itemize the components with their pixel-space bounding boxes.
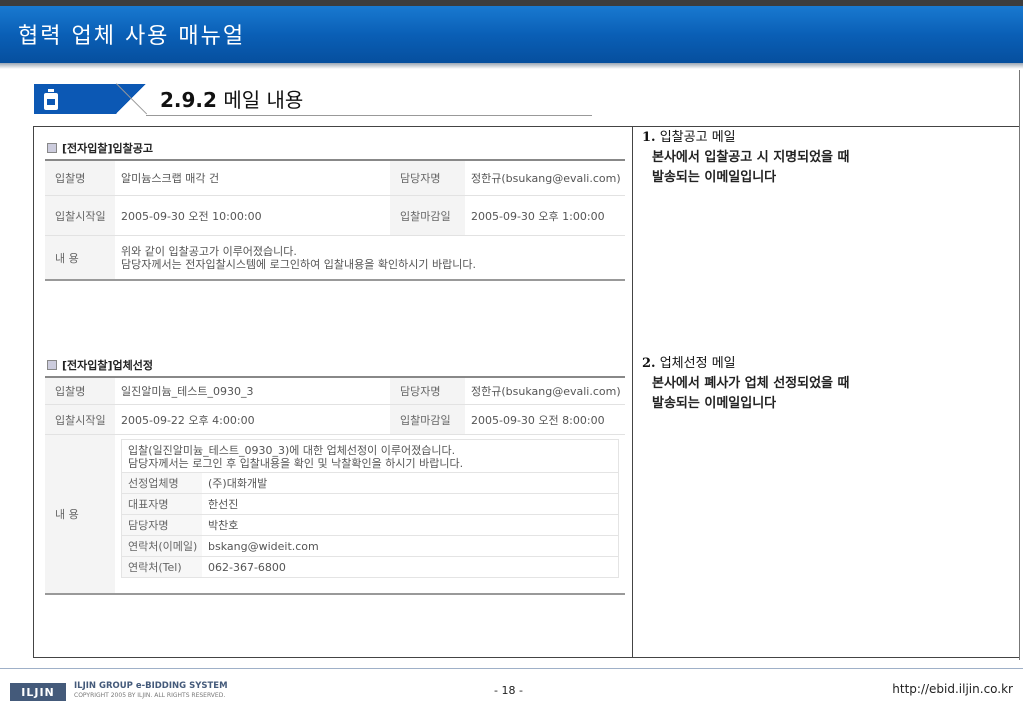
email-heading-text: [전자입찰]입찰공고 [62,142,154,155]
section-title: 2.9.2 메일 내용 [160,84,303,113]
desc-number: 1. [642,130,656,145]
desc-title: 업체선정 메일 [659,356,736,371]
detail-label: 연락처(Tel) [122,557,202,577]
email-heading: [전자입찰]업체선정 [45,354,625,376]
header-topline [0,0,1023,6]
content-body: 입찰(일진알미늄_테스트_0930_3)에 대한 업체선정이 이루어졌습니다. … [115,435,619,593]
frame-divider [632,126,633,658]
detail-label: 대표자명 [122,494,202,514]
table-row: 입찰명 일진알미늄_테스트_0930_3 담당자명 정한규(bsukang@ev… [45,378,625,405]
detail-value: 한선진 [208,498,239,511]
header-shadow [0,63,1023,69]
content-intro: 입찰(일진알미늄_테스트_0930_3)에 대한 업체선정이 이루어졌습니다. … [122,440,618,472]
email-heading: [전자입찰]입찰공고 [45,137,625,159]
iljin-logo: ILJIN [10,683,66,701]
detail-label: 선정업체명 [122,473,202,493]
desc-line: 발송되는 이메일입니다 [652,396,777,411]
desc-line: 발송되는 이메일입니다 [652,170,777,185]
bullet-square-icon [47,143,57,153]
page-title: 협력 업체 사용 매뉴얼 [18,24,246,49]
detail-row: 연락처(Tel) 062-367-6800 [122,556,618,577]
description-bid-notice: 1. 입찰공고 메일 본사에서 입찰공고 시 지명되었을 때 발송되는 이메일입… [642,128,850,188]
header-band: 협력 업체 사용 매뉴얼 [0,0,1023,63]
email-card-vendor-selection: [전자입찰]업체선정 입찰명 일진알미늄_테스트_0930_3 담당자명 정한규… [45,354,625,595]
content-body: 위와 같이 입찰공고가 이루어졌습니다. 담당자께서는 전자입찰시스템에 로그인… [115,236,476,279]
detail-value: (주)대화개발 [208,477,268,490]
table-row: 내 용 입찰(일진알미늄_테스트_0930_3)에 대한 업체선정이 이루어졌습… [45,435,625,595]
field-value: 정한규(bsukang@evali.com) [471,172,621,185]
description-vendor-selection: 2. 업체선정 메일 본사에서 폐사가 업체 선정되었을 때 발송되는 이메일입… [642,354,850,414]
info-bottle-icon [44,89,58,110]
footer-brand: ILJIN GROUP e-BIDDING SYSTEM COPYRIGHT 2… [74,681,228,701]
email-heading-text: [전자입찰]업체선정 [62,359,154,372]
section-underline [146,115,592,116]
field-label: 입찰명 [45,161,115,195]
desc-number: 2. [642,356,656,371]
detail-row: 담당자명 박찬호 [122,514,618,535]
footer-divider [0,668,1023,669]
field-value: 2005-09-30 오전 8:00:00 [471,413,605,427]
field-label: 입찰명 [45,378,115,404]
section-name: 메일 내용 [223,88,304,112]
field-label: 담당자명 [390,161,465,195]
field-value: 알미늄스크랩 매각 건 [121,172,220,185]
field-value: 일진알미늄_테스트_0930_3 [121,385,254,398]
email-card-bid-notice: [전자입찰]입찰공고 입찰명 알미늄스크랩 매각 건 담당자명 정한규(bsuk… [45,137,625,281]
section-number: 2.9.2 [160,88,217,112]
table-row: 내 용 위와 같이 입찰공고가 이루어졌습니다. 담당자께서는 전자입찰시스템에… [45,236,625,281]
content-line: 담당자께서는 로그인 후 입찰내용을 확인 및 낙찰확인을 하시기 바랍니다. [128,457,464,470]
field-value: 2005-09-30 오후 1:00:00 [471,209,605,223]
field-label: 담당자명 [390,378,465,404]
detail-value: 박찬호 [208,519,239,532]
field-value: 2005-09-30 오전 10:00:00 [121,209,262,223]
right-rail [1019,70,1020,660]
field-label: 내 용 [45,236,115,279]
detail-table: 입찰(일진알미늄_테스트_0930_3)에 대한 업체선정이 이루어졌습니다. … [121,439,619,578]
table-row: 입찰시작일 2005-09-22 오후 4:00:00 입찰마감일 2005-0… [45,405,625,435]
content-line: 담당자께서는 전자입찰시스템에 로그인하여 입찰내용을 확인하시기 바랍니다. [121,257,476,271]
copyright-text: COPYRIGHT 2005 BY ILJIN. ALL RIGHTS RESE… [74,692,226,699]
table-row: 입찰시작일 2005-09-30 오전 10:00:00 입찰마감일 2005-… [45,196,625,236]
detail-row: 대표자명 한선진 [122,493,618,514]
footer-url-link[interactable]: http://ebid.iljin.co.kr [892,682,1013,696]
detail-row: 연락처(이메일) bskang@wideit.com [122,535,618,556]
field-label: 입찰마감일 [390,196,465,235]
detail-value: 062-367-6800 [208,560,286,574]
page-number: - 18 - [494,684,523,697]
field-label: 내 용 [45,435,115,593]
desc-title: 입찰공고 메일 [659,130,736,145]
desc-line: 본사에서 입찰공고 시 지명되었을 때 [652,150,850,165]
brand-name: ILJIN GROUP e-BIDDING SYSTEM [74,681,228,691]
bullet-square-icon [47,360,57,370]
detail-row: 선정업체명 (주)대화개발 [122,472,618,493]
table-row: 입찰명 알미늄스크랩 매각 건 담당자명 정한규(bsukang@evali.c… [45,161,625,196]
field-label: 입찰시작일 [45,196,115,235]
detail-label: 담당자명 [122,515,202,535]
desc-line: 본사에서 폐사가 업체 선정되었을 때 [652,376,850,391]
field-label: 입찰마감일 [390,405,465,434]
field-value: 정한규(bsukang@evali.com) [471,385,621,398]
field-value: 2005-09-22 오후 4:00:00 [121,413,255,427]
field-label: 입찰시작일 [45,405,115,434]
detail-value: bskang@wideit.com [208,539,319,553]
content-line: 입찰(일진알미늄_테스트_0930_3)에 대한 업체선정이 이루어졌습니다. [128,444,456,457]
content-line: 위와 같이 입찰공고가 이루어졌습니다. [121,244,297,258]
detail-label: 연락처(이메일) [122,536,202,556]
